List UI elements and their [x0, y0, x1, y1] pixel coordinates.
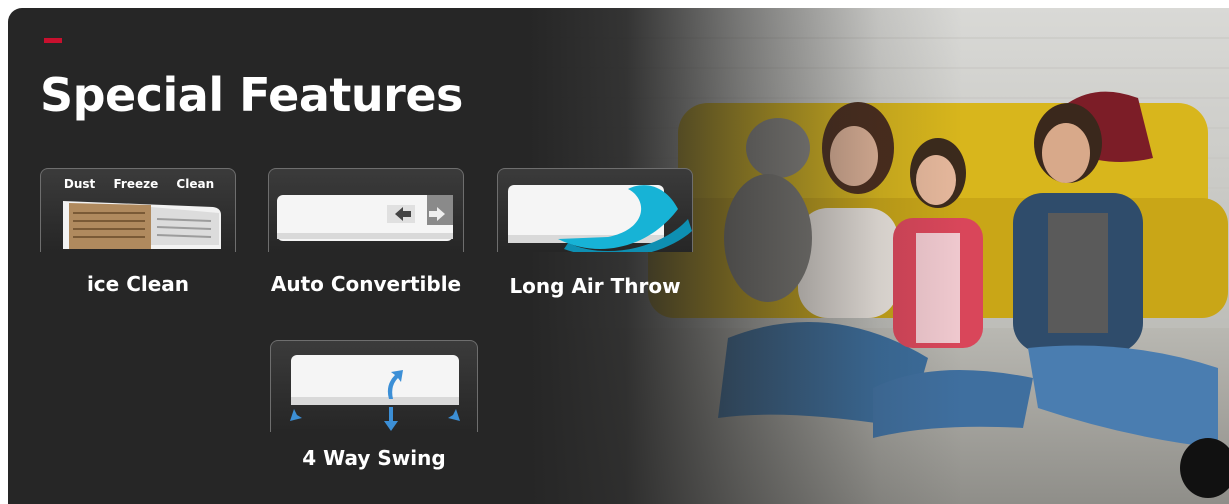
- feature-label-4-way-swing: 4 Way Swing: [302, 446, 446, 470]
- long-air-throw-icon: [508, 185, 692, 252]
- feature-card-auto-convertible: [268, 168, 464, 252]
- accent-bar: [44, 38, 62, 43]
- four-way-swing-icon: [290, 355, 460, 431]
- feature-card-long-air-throw: [497, 168, 693, 252]
- photo-fade-overlay: [528, 8, 1229, 504]
- feature-card-ice-clean: Dust Freeze Clean: [40, 168, 236, 252]
- feature-card-4-way-swing: [270, 340, 478, 432]
- feature-label-auto-convertible: Auto Convertible: [270, 272, 462, 296]
- page-title: Special Features: [40, 68, 463, 122]
- family-photo: [528, 8, 1229, 504]
- auto-convertible-icon: [277, 195, 453, 241]
- feature-label-ice-clean: ice Clean: [86, 272, 190, 296]
- special-features-banner: Special Features Dust Freeze Clean ice C…: [8, 8, 1229, 504]
- ice-clean-icon: [63, 201, 221, 249]
- feature-label-long-air-throw: Long Air Throw: [509, 274, 681, 298]
